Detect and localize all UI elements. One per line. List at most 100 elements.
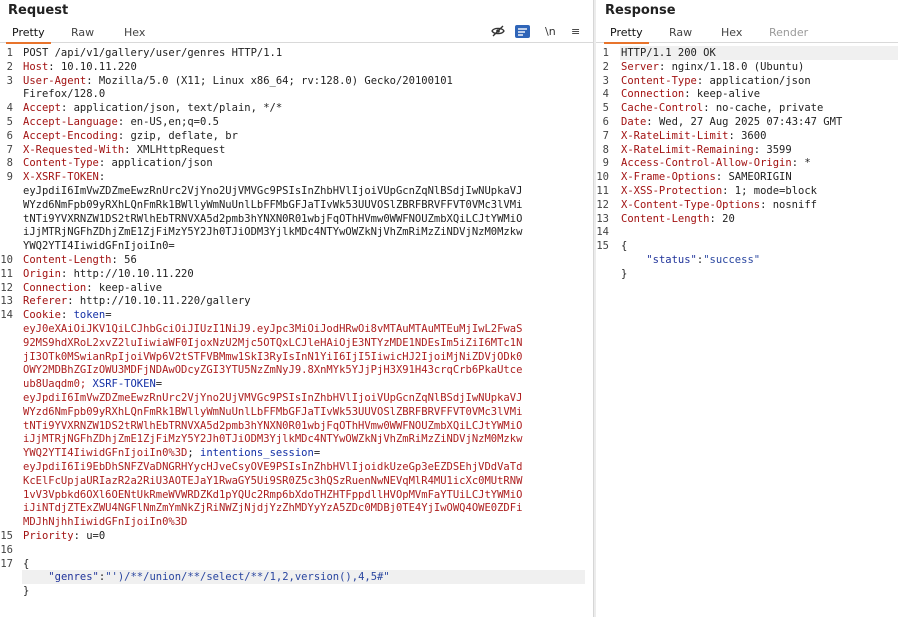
code-text: tNTi9YVXRNZW1DS2tRWlhEbTRNVXA5d2pmb3hYNX… <box>23 419 523 432</box>
code-text: eyJpdiI6Ii9EbDhSNFZVaDNGRHYycHJveCsyOVE9… <box>23 461 523 473</box>
code-line: Firefox/128.0 <box>23 88 105 100</box>
code-text: { <box>23 557 30 570</box>
code-text: : * <box>791 157 811 170</box>
line-number: 14 <box>596 226 609 239</box>
code-text: iJjMTRjNGFhZDhjZmE1ZjFiMzY5Y2Jh0TJiODM3Y… <box>23 226 523 239</box>
code-line: "status":"success" <box>621 254 760 266</box>
code-line: 1vV3Vpbkd6OXl6OENtUkRmeWVWRDZKd1pYQUc2Rm… <box>23 489 522 501</box>
code-text: iJjMTRjNGFhZDhjZmE1ZjFiMzY5Y2Jh0TJiODM3Y… <box>23 433 523 446</box>
header-name: X-Content-Type-Options <box>621 198 761 211</box>
request-tab-raw[interactable]: Raw <box>71 26 94 39</box>
code-line: jI3OTk0MSwianRpIjoiVWp6V2tSTFVBMmw1SkI3R… <box>23 351 522 363</box>
json-key: "status" <box>646 254 697 266</box>
line-number: 6 <box>6 129 13 142</box>
code-text: 92MS9hdXRoL2xvZ2luIiwiaWF0IjoxNzU2Mjc5OT… <box>23 336 523 349</box>
code-text: : <box>60 309 74 322</box>
code-line: } <box>621 268 627 280</box>
code-text: : 10.10.11.220 <box>48 60 137 73</box>
code-line: } <box>23 585 29 597</box>
response-tab-hex[interactable]: Hex <box>721 26 742 39</box>
code-text: : u=0 <box>73 530 106 542</box>
code-line: Cache-Control: no-cache, private <box>621 102 823 114</box>
line-number: 6 <box>602 116 609 128</box>
code-line: Connection: keep-alive <box>23 282 162 294</box>
code-line: X-Frame-Options: SAMEORIGIN <box>621 171 792 183</box>
line-number: 14 <box>0 309 13 322</box>
line-number: 2 <box>6 60 13 73</box>
line-number: 7 <box>6 143 13 156</box>
code-text: eyJpdiI6ImVwZDZmeEwzRnUrc2VjYno2UjVMVGc9… <box>23 185 523 197</box>
code-line: Server: nginx/1.18.0 (Ubuntu) <box>621 61 804 73</box>
code-text: POST /api/v1/gallery/user/genres HTTP/1.… <box>23 47 283 59</box>
code-line: Content-Type: application/json <box>23 157 213 169</box>
request-tab-hex[interactable]: Hex <box>124 26 145 39</box>
line-number: 12 <box>596 198 609 211</box>
response-tabs: Pretty Raw Hex Render <box>596 24 898 44</box>
request-tab-pretty[interactable]: Pretty <box>6 26 51 44</box>
header-name: Host <box>23 60 49 73</box>
header-name: Referer <box>23 295 68 308</box>
hide-eye-icon[interactable] <box>491 25 505 39</box>
header-name: Accept-Encoding <box>23 129 118 142</box>
response-tab-render[interactable]: Render <box>769 26 808 39</box>
header-name: X-RateLimit-Remaining <box>621 143 754 156</box>
code-line: Content-Type: application/json <box>621 75 811 87</box>
request-title: Request <box>8 3 69 18</box>
code-line: iJiNTdjZTExZWU4NGFlNmZmYmNkZjRiNWZjNjdjY… <box>23 502 522 514</box>
code-text: : Wed, 27 Aug 2025 07:43:47 GMT <box>646 116 843 128</box>
code-line: User-Agent: Mozilla/5.0 (X11; Linux x86_… <box>23 75 453 87</box>
code-text: jI3OTk0MSwianRpIjoiVWp6V2tSTFVBMmw1SkI3R… <box>23 350 523 363</box>
code-line: X-XSRF-TOKEN: <box>23 171 105 183</box>
code-text: : 1; mode=block <box>722 185 817 197</box>
header-name: Content-Type <box>621 74 697 87</box>
code-line: "genres":"')/**/union/**/select/**/1,2,v… <box>23 571 389 583</box>
code-text: WYzd6NmFpb09yRXhLQnFmRk1BWllyWmNuUnlLbFF… <box>23 198 523 211</box>
code-text: : http://10.10.11.220/gallery <box>67 295 251 308</box>
pretty-format-icon[interactable] <box>515 25 530 39</box>
code-line: MDJhNjhhIiwidGFnIjoiIn0%3D <box>23 516 187 528</box>
code-text: Firefox/128.0 <box>23 88 106 101</box>
code-text: tNTi9YVXRNZW1DS2tRWlhEbTRNVXA5d2pmb3hYNX… <box>23 212 523 225</box>
line-number: 3 <box>602 74 609 87</box>
header-name: X-Frame-Options <box>621 171 716 184</box>
header-name: X-XSS-Protection <box>621 185 723 197</box>
code-text: { <box>621 240 628 253</box>
header-name: Cookie <box>23 309 61 322</box>
code-text: : http://10.10.11.220 <box>60 267 194 280</box>
code-text: : application/json <box>98 157 213 170</box>
header-name: User-Agent <box>23 74 87 87</box>
response-tab-raw[interactable]: Raw <box>669 26 692 39</box>
cookie-name: intentions_session <box>200 447 314 460</box>
code-line: Host: 10.10.11.220 <box>23 61 137 73</box>
code-text: : 3599 <box>753 143 792 156</box>
code-text: = <box>155 378 163 391</box>
code-text: iJiNTdjZTExZWU4NGFlNmZmYmNkZjRiNWZjNjdjY… <box>23 502 523 515</box>
line-number: 1 <box>602 47 609 59</box>
code-line: iJjMTRjNGFhZDhjZmE1ZjFiMzY5Y2Jh0TJiODM3Y… <box>23 433 522 445</box>
code-line: tNTi9YVXRNZW1DS2tRWlhEbTRNVXA5d2pmb3hYNX… <box>23 213 522 225</box>
menu-icon[interactable]: ≡ <box>571 25 580 39</box>
code-text: : nginx/1.18.0 (Ubuntu) <box>658 60 805 73</box>
code-text: : en-US,en;q=0.5 <box>117 116 219 128</box>
code-text: : 56 <box>111 254 137 266</box>
header-name: X-Requested-With <box>23 143 125 156</box>
code-line: Priority: u=0 <box>23 530 105 542</box>
code-text: : keep-alive <box>684 88 761 101</box>
line-number: 7 <box>602 129 609 142</box>
code-text: : no-cache, private <box>703 102 824 115</box>
line-number: 11 <box>0 267 13 280</box>
code-text: : gzip, deflate, br <box>117 129 238 142</box>
code-line: YWQ2YTI4IiwidGFnIjoiIn0%3D; intentions_s… <box>23 447 320 459</box>
request-pane: Request Pretty Raw Hex \n ≡ 1 POST /api/v… <box>0 0 593 617</box>
line-number: 15 <box>596 240 609 253</box>
response-title: Response <box>605 3 676 18</box>
line-number: 15 <box>0 530 13 542</box>
newline-toggle-icon[interactable]: \n <box>545 25 556 39</box>
line-number: 3 <box>6 74 13 87</box>
response-tab-pretty[interactable]: Pretty <box>604 26 649 44</box>
header-name: Connection <box>621 88 685 101</box>
code-line: { <box>23 558 29 570</box>
line-number: 9 <box>602 157 609 170</box>
cookie-name: token <box>73 309 106 322</box>
